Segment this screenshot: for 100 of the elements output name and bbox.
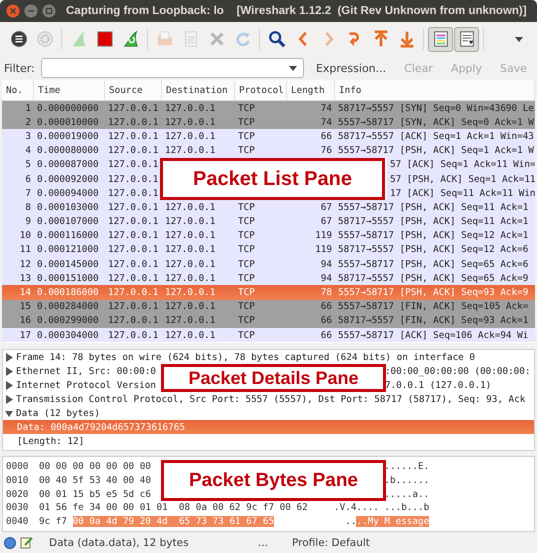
packet-destination: 127.0.0.1 bbox=[164, 102, 216, 114]
column-header[interactable]: Source bbox=[105, 80, 162, 100]
packet-protocol: TCP bbox=[237, 301, 256, 312]
packet-number: 7 bbox=[24, 188, 32, 199]
packet-length: 74 bbox=[320, 116, 333, 128]
packet-number: 5 bbox=[24, 159, 32, 170]
detail-line[interactable]: Internet Protocol Version bbox=[16, 380, 156, 390]
ascii-bytes: .. bbox=[345, 516, 356, 528]
detail-line-end[interactable]: 7.0.0.1 (127.0.0.1) bbox=[384, 380, 492, 390]
packet-row[interactable]: 2 0.000010000 127.0.0.1 127.0.0.1 TCP 74 5557→58717 [SYN, ACK] Seq=0 Ack=1 W bbox=[2, 115, 535, 130]
packet-row[interactable]: 3 0.000019000 127.0.0.1 127.0.0.1 TCP 66 58717→5557 [ACK] Seq=1 Ack=1 Win=43 bbox=[2, 129, 535, 144]
detail-line[interactable]: Ethernet II, Src: 00:00:0 bbox=[16, 366, 156, 376]
packet-time: 0.000019000 bbox=[36, 130, 100, 142]
packet-row[interactable]: 11 0.000121000 127.0.0.1 127.0.0.1 TCP 119 58717→5557 [PSH, ACK] Seq=12 Ack=6 bbox=[2, 242, 535, 258]
packet-row[interactable]: 9 0.000107000 127.0.0.1 127.0.0.1 TCP 67 58717→5557 [PSH, ACK] Seq=11 Ack=1 bbox=[2, 214, 535, 229]
scroll-list-icon bbox=[458, 30, 476, 48]
packet-time: 0.000087000 bbox=[36, 159, 100, 170]
toolbar-button[interactable] bbox=[428, 26, 453, 52]
column-header[interactable]: Protocol bbox=[235, 80, 287, 100]
minimize-icon[interactable] bbox=[24, 4, 38, 18]
caret-icon bbox=[514, 36, 522, 42]
filter-button[interactable]: Expression... bbox=[310, 62, 392, 74]
expand-arrow-icon[interactable] bbox=[5, 394, 14, 404]
detail-line-end[interactable]: :00:00_00:00:00 (00:00:00: bbox=[384, 366, 530, 376]
packet-length: 66 bbox=[320, 330, 333, 341]
ascii-bytes: .b...... bbox=[384, 475, 430, 486]
packet-source: 127.0.0.1 bbox=[107, 230, 160, 242]
packet-time: 0.000121000 bbox=[36, 244, 100, 256]
packet-destination: 127.0.0.1 bbox=[164, 315, 216, 326]
packet-source: 127.0.0.1 bbox=[107, 102, 160, 114]
packet-time: 0.000116000 bbox=[36, 230, 100, 242]
detail-line[interactable]: [Length: 12] bbox=[3, 434, 534, 448]
packet-number: 3 bbox=[24, 130, 32, 142]
detail-line[interactable]: Data (12 bytes) bbox=[16, 408, 100, 418]
interface-list-icon bbox=[10, 30, 28, 48]
packet-row[interactable]: 8 0.000103000 127.0.0.1 127.0.0.1 TCP 67 5557→58717 [PSH, ACK] Seq=11 Ack=1 bbox=[2, 200, 535, 214]
ascii-bytes: ......E. bbox=[384, 461, 430, 472]
packet-row[interactable]: 7 0.000094000 127.0.0.1 bbox=[2, 186, 162, 200]
packet-row[interactable]: 1 0.000000000 127.0.0.1 127.0.0.1 TCP 74 58717→5557 [SYN] Seq=0 Win=43690 Le bbox=[2, 101, 535, 116]
close-icon[interactable] bbox=[6, 4, 20, 18]
dropdown-caret-icon[interactable] bbox=[288, 66, 297, 70]
packet-row[interactable]: 15 0.000284000 127.0.0.1 127.0.0.1 TCP 66 5557→58717 [FIN, ACK] Seq=105 Ack= bbox=[2, 300, 535, 314]
column-header[interactable]: No. bbox=[2, 80, 34, 100]
packet-destination: 127.0.0.1 bbox=[164, 287, 216, 298]
packet-time: 0.000080000 bbox=[36, 145, 100, 156]
packet-time: 0.000186000 bbox=[36, 287, 100, 298]
packet-row[interactable]: 5 0.000087000 127.0.0.1 bbox=[2, 158, 162, 172]
packet-row[interactable]: 17 0.000304000 127.0.0.1 127.0.0.1 TCP 66 5557→58717 [ACK] Seq=106 Ack=94 Wi bbox=[2, 328, 535, 342]
packet-time: 0.000092000 bbox=[36, 174, 100, 185]
status-field-info: Data (data.data), 12 bytes bbox=[49, 536, 190, 548]
search-icon bbox=[268, 30, 286, 48]
ascii-bytes: ..My M essage bbox=[356, 516, 430, 528]
column-header[interactable]: Length bbox=[287, 80, 335, 100]
packet-row[interactable]: 12 0.000145000 127.0.0.1 127.0.0.1 TCP 94 5557→58717 [PSH, ACK] Seq=65 Ack=6 bbox=[2, 257, 535, 272]
packet-number: 13 bbox=[18, 272, 32, 284]
packet-number: 6 bbox=[24, 174, 32, 185]
packet-protocol: TCP bbox=[237, 216, 256, 228]
packet-source: 127.0.0.1 bbox=[107, 301, 160, 312]
toolbar-button[interactable] bbox=[454, 26, 479, 52]
expand-arrow-icon[interactable] bbox=[5, 352, 14, 362]
packet-protocol: TCP bbox=[237, 258, 256, 270]
column-header[interactable]: Info bbox=[335, 80, 535, 100]
byte-offset: 0030 bbox=[5, 502, 30, 514]
expand-arrow-icon[interactable] bbox=[5, 366, 14, 376]
maximize-icon[interactable] bbox=[42, 4, 56, 18]
packet-time: 0.000103000 bbox=[36, 202, 100, 213]
detail-line[interactable]: Frame 14: 78 bytes on wire (624 bits), 78 bytes captured (624 bits) on interface 0 bbox=[16, 352, 475, 362]
packet-source: 127.0.0.1 bbox=[107, 287, 160, 298]
packet-protocol: TCP bbox=[237, 230, 256, 242]
packet-row[interactable]: 16 0.000299000 127.0.0.1 127.0.0.1 TCP 66 58717→5557 [FIN, ACK] Seq=93 Ack=1 bbox=[2, 314, 535, 328]
packet-row[interactable]: 10 0.000116000 127.0.0.1 127.0.0.1 TCP 119 5557→58717 [PSH, ACK] Seq=12 Ack=1 bbox=[2, 228, 535, 243]
close-icon bbox=[208, 30, 226, 48]
settings-icon bbox=[36, 30, 54, 48]
edit-note-icon[interactable] bbox=[20, 536, 33, 549]
packet-row[interactable]: 13 0.000151000 127.0.0.1 127.0.0.1 TCP 94 58717→5557 [PSH, ACK] Seq=65 Ack=9 bbox=[2, 271, 535, 286]
collapse-arrow-icon[interactable] bbox=[5, 408, 14, 418]
packet-destination: 127.0.0.1 bbox=[164, 230, 216, 242]
packet-number: 17 bbox=[18, 330, 32, 341]
status-profile[interactable]: Profile: Default bbox=[292, 536, 370, 548]
packet-row[interactable]: 6 0.000092000 127.0.0.1 bbox=[2, 172, 162, 186]
packet-length: 119 bbox=[314, 244, 333, 256]
status-circle-icon[interactable] bbox=[4, 536, 16, 548]
column-header[interactable]: Time bbox=[34, 80, 105, 100]
filter-field[interactable] bbox=[40, 58, 304, 78]
detail-line[interactable]: Transmission Control Protocol, Src Port: 5557 (5557), Dst Port: 58717 (58717), Seq: 93, Ack bbox=[16, 394, 526, 404]
status-packets: ... bbox=[258, 536, 270, 548]
packet-number: 10 bbox=[18, 230, 32, 242]
column-header[interactable]: Destination bbox=[162, 80, 235, 100]
packet-source: 127.0.0.1 bbox=[107, 272, 160, 284]
packet-length: 119 bbox=[314, 230, 333, 242]
packet-info: 58717→5557 [ACK] Seq=1 Ack=1 Win=43 bbox=[337, 130, 535, 142]
packet-number: 8 bbox=[24, 202, 32, 213]
packet-source: 127.0.0.1 bbox=[107, 202, 160, 213]
packet-destination: 127.0.0.1 bbox=[164, 216, 216, 228]
hex-bytes: 01 56 fe 34 00 00 01 01 08 0a 00 62 9c f7 00 62 bbox=[39, 502, 308, 514]
packet-time: 0.000107000 bbox=[36, 216, 100, 228]
packet-number: 15 bbox=[18, 301, 32, 312]
expand-arrow-icon[interactable] bbox=[5, 380, 14, 390]
packet-row[interactable]: 4 0.000080000 127.0.0.1 127.0.0.1 TCP 76 5557→58717 [PSH, ACK] Seq=1 Ack=1 W bbox=[2, 144, 535, 158]
packet-protocol: TCP bbox=[237, 116, 256, 128]
